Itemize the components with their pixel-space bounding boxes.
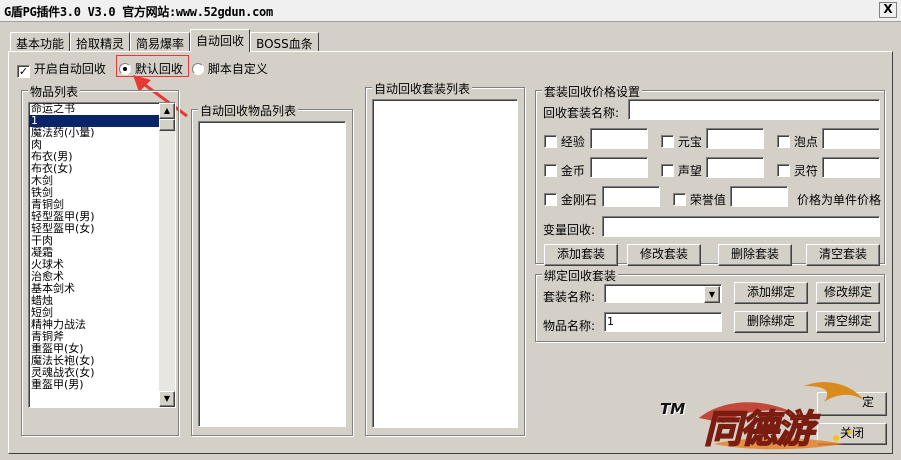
recycle-sets-group: 自动回收套装列表 [365,80,525,436]
item-listbox[interactable]: 命运之书 1 魔法药(小量) 肉布衣(男) 布衣(女) 木剑 铁剑 青铜剑 轻型盔甲(男) 轻型盔… [28,102,176,408]
scroll-up-icon[interactable]: ▲ [159,103,175,119]
tongdeyou-logo: TM 同德游 [654,378,874,456]
field-exp[interactable]: 经验 [544,133,585,150]
price-settings-group: 套装回收价格设置 回收套装名称: 经验 元宝 泡点 金币 声望 灵符 金刚石 荣… [535,83,885,266]
tab-boss-hp[interactable]: BOSS血条 [250,32,319,52]
recycle-items-group: 自动回收物品列表 [191,102,353,436]
item-list-title: 物品列表 [28,83,81,100]
yuanbao-input[interactable] [706,128,764,149]
mode-script-option[interactable]: 脚本自定义 [192,60,268,77]
modify-set-button[interactable]: 修改套装 [627,244,701,266]
honor-input[interactable] [730,186,788,207]
diamond-label: 金刚石 [560,193,597,207]
add-set-button[interactable]: 添加套装 [544,244,618,266]
window-title: G盾PG插件3.0 V3.0 官方网站:www.52gdun.com [4,5,273,19]
list-item[interactable]: 魔法药(小量) [29,127,175,139]
clear-set-button[interactable]: 清空套装 [806,244,880,266]
yuanbao-checkbox[interactable] [661,135,674,148]
diamond-input[interactable] [602,186,660,207]
enable-auto-recycle-label: 开启自动回收 [33,62,106,76]
title-bar: G盾PG插件3.0 V3.0 官方网站:www.52gdun.com X [0,0,901,22]
prestige-input[interactable] [706,157,764,178]
logo-tm: TM [660,400,686,418]
field-paodian[interactable]: 泡点 [777,133,818,150]
dropdown-arrow-icon[interactable]: ▼ [704,286,720,303]
paodian-input[interactable] [822,128,880,149]
main-window: 基本功能 拾取精灵 简易爆率 自动回收 BOSS血条 开启自动回收 默认回收 脚… [0,22,901,460]
item-list-scrollbar[interactable]: ▲ ▼ [159,103,175,407]
recycle-items-listbox[interactable] [198,121,346,427]
recycle-sets-listbox[interactable] [372,99,518,428]
price-settings-title: 套装回收价格设置 [542,83,643,100]
delete-set-button[interactable]: 删除套装 [718,244,792,266]
paodian-label: 泡点 [793,135,818,149]
honor-checkbox[interactable] [673,193,686,206]
set-name-label: 回收套装名称: [543,106,620,120]
var-recycle-input[interactable] [602,216,880,237]
exp-checkbox[interactable] [544,135,557,148]
recycle-sets-title: 自动回收套装列表 [372,80,473,97]
item-list-group: 物品列表 命运之书 1 魔法药(小量) 肉布衣(男) 布衣(女) 木剑 铁剑 青铜剑 轻型盔甲(… [21,83,179,436]
scroll-down-icon[interactable]: ▼ [159,391,175,407]
gold-checkbox[interactable] [544,164,557,177]
bind-sets-title: 绑定回收套装 [542,267,619,284]
clear-bind-button[interactable]: 清空绑定 [816,311,880,333]
lingfu-input[interactable] [822,157,880,178]
paodian-checkbox[interactable] [777,135,790,148]
unit-price-note: 价格为单件价格 [797,193,882,207]
var-recycle-label: 变量回收: [543,223,596,237]
delete-bind-button[interactable]: 删除绑定 [734,311,808,333]
set-name-input[interactable] [628,99,880,120]
close-window-button[interactable]: X [879,2,897,18]
bind-item-name-label: 物品名称: [543,319,596,333]
list-item[interactable]: 重盔甲(男) [29,379,175,391]
field-diamond[interactable]: 金刚石 [544,191,597,208]
recycle-items-title: 自动回收物品列表 [198,102,299,119]
honor-label: 荣誉值 [689,193,726,207]
list-item[interactable]: 命运之书 [29,103,175,115]
field-lingfu[interactable]: 灵符 [777,162,818,179]
bind-set-name-select[interactable]: ▼ [604,284,722,303]
exp-label: 经验 [560,135,585,149]
bind-sets-group: 绑定回收套装 套装名称: ▼ 添加绑定 修改绑定 物品名称: 1 删除绑定 清空… [535,267,885,342]
gold-label: 金币 [560,164,585,178]
tab-bar: 基本功能 拾取精灵 简易爆率 自动回收 BOSS血条 [10,29,319,52]
yuanbao-label: 元宝 [677,135,702,149]
exp-input[interactable] [590,128,648,149]
tab-panel-auto-recycle: 开启自动回收 默认回收 脚本自定义 物品列表 命运之书1魔法药(小量)肉布衣(男… [8,51,893,454]
field-gold[interactable]: 金币 [544,162,585,179]
diamond-checkbox[interactable] [544,193,557,206]
prestige-label: 声望 [677,164,702,178]
lingfu-checkbox[interactable] [777,164,790,177]
lingfu-label: 灵符 [793,164,818,178]
enable-auto-recycle-checkbox[interactable] [17,65,30,78]
logo-text: 同德游 [703,405,815,452]
tab-auto-recycle[interactable]: 自动回收 [190,29,251,52]
prestige-checkbox[interactable] [661,164,674,177]
modify-bind-button[interactable]: 修改绑定 [816,282,880,304]
field-yuanbao[interactable]: 元宝 [661,133,702,150]
scroll-thumb[interactable] [159,119,175,131]
bind-set-name-label: 套装名称: [543,290,596,304]
mode-script-label: 脚本自定义 [207,62,268,76]
field-honor[interactable]: 荣誉值 [673,191,726,208]
add-bind-button[interactable]: 添加绑定 [734,282,808,304]
tab-basic[interactable]: 基本功能 [10,32,71,52]
tab-pickup[interactable]: 拾取精灵 [70,32,131,52]
field-prestige[interactable]: 声望 [661,162,702,179]
enable-auto-recycle[interactable]: 开启自动回收 [17,60,106,78]
tab-droprate[interactable]: 简易爆率 [130,32,191,52]
bind-item-name-input[interactable]: 1 [604,312,722,332]
gold-input[interactable] [590,157,648,178]
item-list-items: 命运之书 1 魔法药(小量) 肉布衣(男) 布衣(女) 木剑 铁剑 青铜剑 轻型盔甲(男) 轻型盔… [29,103,175,391]
